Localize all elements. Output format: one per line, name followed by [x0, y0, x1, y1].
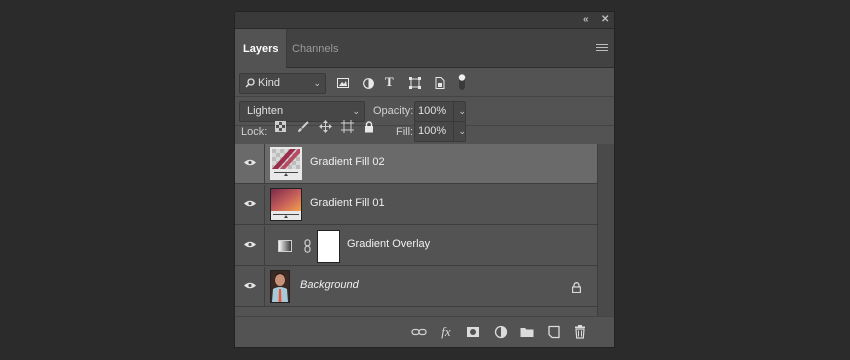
- layer-list-scrollbar[interactable]: [597, 144, 614, 318]
- eye-icon: [244, 241, 256, 248]
- visibility-toggle[interactable]: [235, 144, 265, 184]
- kind-filter-dropdown[interactable]: Kind ⌄: [239, 73, 326, 94]
- gradient-adjustment-icon[interactable]: [278, 240, 292, 252]
- filter-toggle-icon[interactable]: [458, 73, 466, 91]
- lock-artboard-icon[interactable]: [341, 120, 354, 133]
- layer-thumbnail[interactable]: [270, 188, 302, 221]
- search-icon: [245, 78, 255, 88]
- smart-object-filter-icon[interactable]: [435, 77, 445, 89]
- visibility-toggle[interactable]: [235, 226, 265, 266]
- lock-transparent-pixels-icon[interactable]: [275, 121, 286, 132]
- delete-layer-icon[interactable]: [572, 324, 588, 340]
- lock-row: Lock: Fill: 100% ⌄: [235, 120, 614, 145]
- image-filter-icon[interactable]: [337, 78, 349, 88]
- collapse-button[interactable]: «: [583, 13, 589, 27]
- lock-icon: [572, 282, 581, 293]
- panel-menu-icon[interactable]: [596, 44, 608, 53]
- eye-icon: [244, 200, 256, 207]
- opacity-field[interactable]: 100% ⌄: [414, 101, 466, 122]
- panel-titlebar: « ✕: [235, 12, 614, 29]
- panel-footer: fx: [235, 316, 614, 347]
- layer-name: Gradient Overlay: [347, 238, 431, 250]
- opacity-value: 100%: [418, 105, 447, 117]
- gradient-fill-thumbnail-icon: [272, 149, 300, 178]
- layer-name: Background: [300, 279, 359, 291]
- fill-label: Fill:: [396, 126, 414, 138]
- filter-row: Kind ⌄ T: [235, 68, 614, 97]
- chevron-down-icon: ⌄: [313, 78, 321, 88]
- layer-name: Gradient Fill 01: [310, 197, 385, 209]
- lock-label: Lock:: [241, 126, 268, 138]
- opacity-label: Opacity:: [373, 105, 414, 117]
- chevron-down-icon[interactable]: ⌄: [453, 102, 466, 121]
- layer-row[interactable]: Gradient Overlay: [235, 226, 598, 266]
- chevron-down-icon: ⌄: [352, 106, 360, 116]
- lock-all-icon[interactable]: [364, 121, 374, 133]
- kind-filter-label: Kind: [258, 77, 281, 89]
- layer-name: Gradient Fill 02: [310, 156, 385, 168]
- blend-mode-value: Lighten: [247, 105, 284, 117]
- type-filter-icon[interactable]: T: [385, 74, 394, 90]
- blend-mode-dropdown[interactable]: Lighten ⌄: [239, 101, 365, 122]
- layer-mask-thumbnail[interactable]: [317, 230, 340, 263]
- layer-thumbnail[interactable]: [270, 147, 302, 180]
- lock-position-icon[interactable]: [319, 120, 332, 133]
- new-adjustment-layer-icon[interactable]: [493, 324, 509, 340]
- layer-row[interactable]: Background: [235, 267, 598, 307]
- layer-thumbnail[interactable]: [270, 270, 290, 303]
- visibility-toggle[interactable]: [235, 185, 265, 225]
- link-icon[interactable]: [304, 239, 311, 253]
- layer-row[interactable]: Gradient Fill 01: [235, 185, 598, 225]
- layer-row[interactable]: Gradient Fill 02: [235, 144, 598, 184]
- new-group-icon[interactable]: [519, 324, 535, 340]
- lock-image-pixels-icon[interactable]: [297, 121, 309, 133]
- fx-icon[interactable]: fx: [438, 324, 454, 340]
- gradient-fill-thumbnail-icon: [271, 189, 301, 220]
- tab-layers[interactable]: Layers: [235, 29, 288, 68]
- add-mask-icon[interactable]: [465, 324, 481, 340]
- panel-tabbar: Layers Channels: [235, 29, 614, 68]
- link-layers-icon[interactable]: [411, 324, 427, 340]
- shape-filter-icon[interactable]: [409, 77, 421, 89]
- layers-panel: « ✕ Layers Channels Kind ⌄ T Lighten ⌄ O…: [234, 11, 615, 348]
- layer-list: Gradient Fill 02 Gradient Fill 01 Gradie…: [235, 144, 614, 318]
- visibility-toggle[interactable]: [235, 267, 265, 307]
- tab-channels[interactable]: Channels: [284, 29, 346, 67]
- new-layer-icon[interactable]: [546, 324, 562, 340]
- fill-field[interactable]: 100% ⌄: [414, 121, 466, 142]
- eye-icon: [244, 282, 256, 289]
- eye-icon: [244, 159, 256, 166]
- chevron-down-icon[interactable]: ⌄: [453, 122, 466, 141]
- fill-value: 100%: [418, 125, 447, 137]
- close-button[interactable]: ✕: [601, 13, 609, 27]
- adjustment-filter-icon[interactable]: [363, 78, 374, 89]
- photo-thumbnail-icon: [271, 271, 289, 302]
